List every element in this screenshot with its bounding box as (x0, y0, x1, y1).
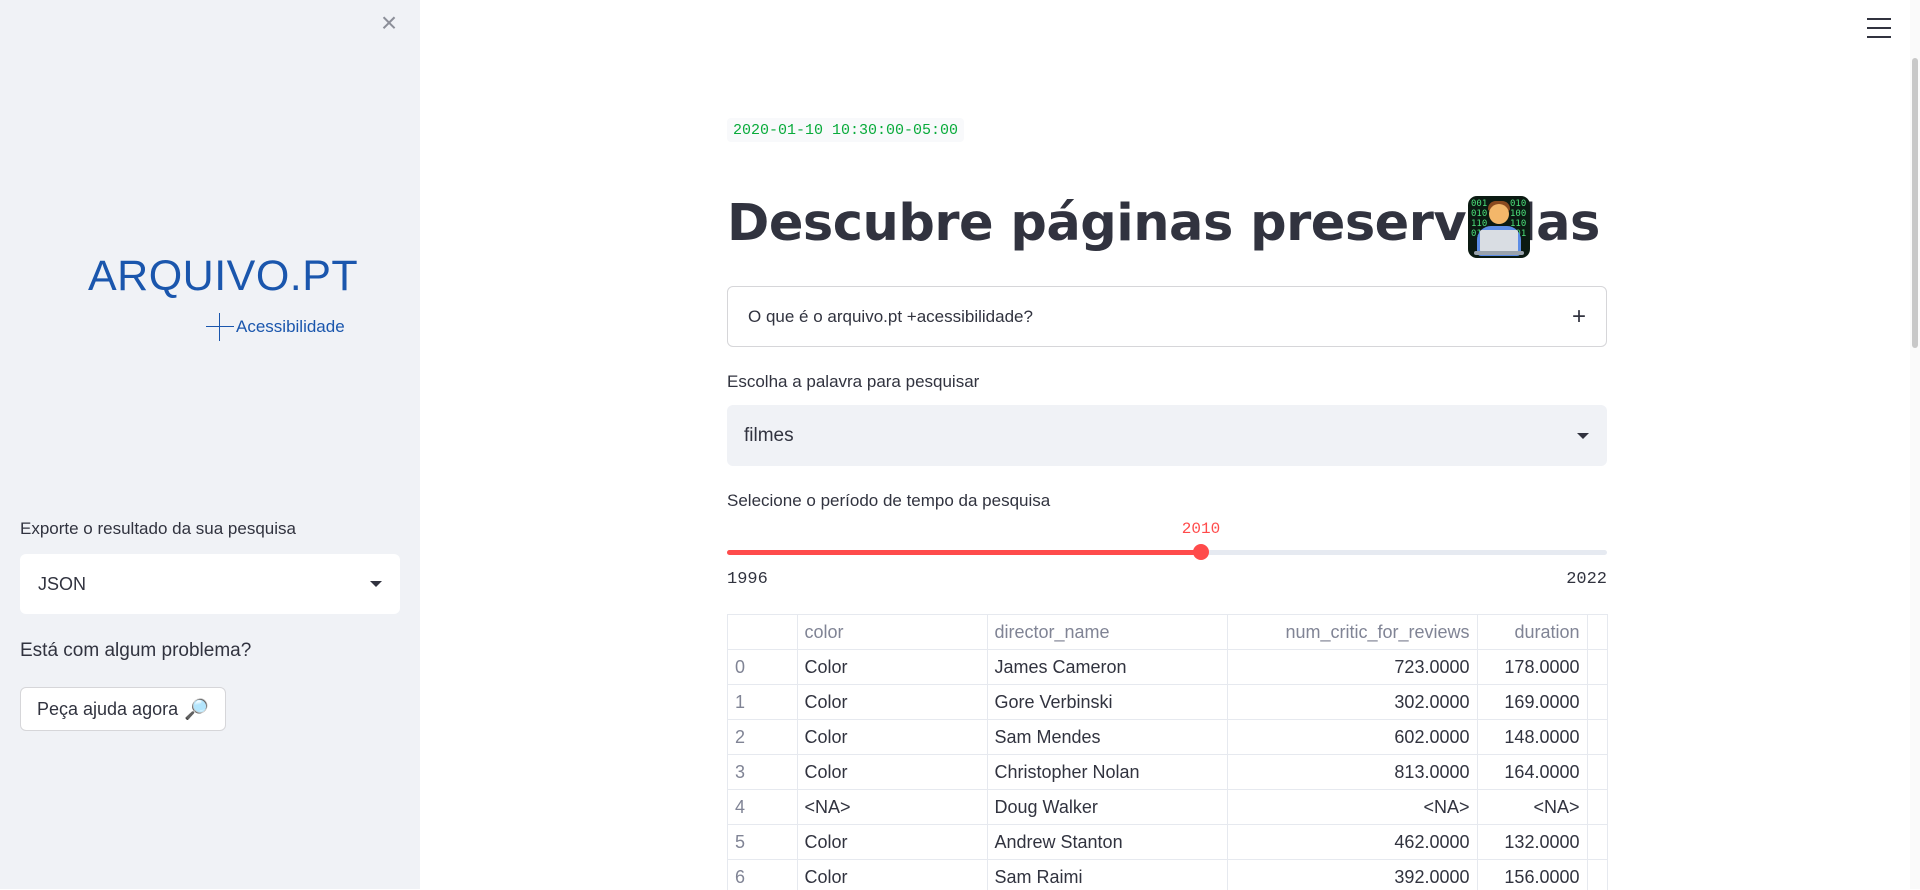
search-word-label: Escolha a palavra para pesquisar (727, 372, 979, 392)
plus-icon: + (1572, 303, 1586, 331)
crosshair-icon (206, 313, 234, 341)
cell-num-critic-for-reviews[interactable]: 462.0000 (1227, 825, 1477, 860)
chevron-down-icon (370, 581, 382, 587)
cell-director-name[interactable]: Gore Verbinski (987, 685, 1227, 720)
slider-fill (727, 550, 1201, 555)
cell-spacer (1587, 755, 1607, 790)
cell-color[interactable]: Color (797, 650, 987, 685)
expander-label: O que é o arquivo.pt +acessibilidade? (748, 307, 1033, 327)
cell-duration[interactable]: 169.0000 (1477, 685, 1587, 720)
cell-color[interactable]: Color (797, 825, 987, 860)
cell-duration[interactable]: <NA> (1477, 790, 1587, 825)
arquivo-logo[interactable]: ARQUIVO.PT (88, 252, 358, 301)
table-row[interactable]: 0 Color James Cameron 723.0000 178.0000 (728, 650, 1607, 685)
cell-director-name[interactable]: Sam Mendes (987, 720, 1227, 755)
cell-director-name[interactable]: Andrew Stanton (987, 825, 1227, 860)
cell-spacer (1587, 825, 1607, 860)
cell-director-name[interactable]: Christopher Nolan (987, 755, 1227, 790)
column-header-director-name[interactable]: director_name (987, 615, 1227, 650)
search-word-value: filmes (744, 425, 794, 447)
technologist-icon: 001010110011 010100110001 (1468, 196, 1530, 258)
table-row[interactable]: 2 Color Sam Mendes 602.0000 148.0000 (728, 720, 1607, 755)
search-word-select[interactable]: filmes (727, 405, 1607, 466)
cell-duration[interactable]: 132.0000 (1477, 825, 1587, 860)
row-index: 0 (728, 650, 797, 685)
about-expander[interactable]: O que é o arquivo.pt +acessibilidade? + (727, 286, 1607, 347)
slider-thumb[interactable] (1193, 544, 1209, 560)
cell-color[interactable]: Color (797, 720, 987, 755)
close-sidebar-icon[interactable]: × (376, 10, 402, 36)
results-table[interactable]: color director_name num_critic_for_revie… (727, 614, 1608, 890)
table-row[interactable]: 4 <NA> Doug Walker <NA> <NA> (728, 790, 1607, 825)
export-format-value: JSON (38, 574, 86, 595)
cell-num-critic-for-reviews[interactable]: 602.0000 (1227, 720, 1477, 755)
column-header-index[interactable] (728, 615, 797, 650)
cell-duration[interactable]: 148.0000 (1477, 720, 1587, 755)
help-button[interactable]: Peça ajuda agora 🔎 (20, 687, 226, 731)
row-index: 3 (728, 755, 797, 790)
hamburger-menu-icon[interactable] (1867, 18, 1891, 38)
chevron-down-icon (1577, 433, 1589, 439)
scrollbar-thumb[interactable] (1912, 58, 1918, 348)
cell-duration[interactable]: 164.0000 (1477, 755, 1587, 790)
cell-duration[interactable]: 156.0000 (1477, 860, 1587, 890)
slider-min-label: 1996 (727, 570, 768, 589)
row-index: 4 (728, 790, 797, 825)
table-row[interactable]: 5 Color Andrew Stanton 462.0000 132.0000 (728, 825, 1607, 860)
column-header-spacer (1587, 615, 1607, 650)
row-index: 2 (728, 720, 797, 755)
cell-spacer (1587, 650, 1607, 685)
cell-color[interactable]: <NA> (797, 790, 987, 825)
slider-max-label: 2022 (1566, 570, 1607, 589)
cell-num-critic-for-reviews[interactable]: 723.0000 (1227, 650, 1477, 685)
row-index: 6 (728, 860, 797, 890)
accessibility-label: Acessibilidade (236, 317, 345, 337)
cell-spacer (1587, 685, 1607, 720)
cell-color[interactable]: Color (797, 755, 987, 790)
column-header-duration[interactable]: duration (1477, 615, 1587, 650)
column-header-color[interactable]: color (797, 615, 987, 650)
cell-duration[interactable]: 178.0000 (1477, 650, 1587, 685)
cell-spacer (1587, 790, 1607, 825)
cell-num-critic-for-reviews[interactable]: 813.0000 (1227, 755, 1477, 790)
cell-director-name[interactable]: James Cameron (987, 650, 1227, 685)
problem-label: Está com algum problema? (20, 640, 251, 662)
magnifier-icon: 🔎 (184, 697, 209, 722)
cell-spacer (1587, 720, 1607, 755)
cell-spacer (1587, 860, 1607, 890)
cell-color[interactable]: Color (797, 860, 987, 890)
cell-director-name[interactable]: Sam Raimi (987, 860, 1227, 890)
cell-num-critic-for-reviews[interactable]: 302.0000 (1227, 685, 1477, 720)
table-header-row: color director_name num_critic_for_revie… (728, 615, 1607, 650)
slider-value: 2010 (1182, 520, 1220, 538)
cell-num-critic-for-reviews[interactable]: 392.0000 (1227, 860, 1477, 890)
export-format-select[interactable]: JSON (20, 554, 400, 614)
cell-num-critic-for-reviews[interactable]: <NA> (1227, 790, 1477, 825)
row-index: 1 (728, 685, 797, 720)
row-index: 5 (728, 825, 797, 860)
year-slider[interactable]: 2010 1996 2022 (727, 520, 1607, 580)
table-row[interactable]: 3 Color Christopher Nolan 813.0000 164.0… (728, 755, 1607, 790)
date-code: 2020-01-10 10:30:00-05:00 (727, 118, 964, 142)
export-label: Exporte o resultado da sua pesquisa (20, 519, 296, 539)
table-row[interactable]: 1 Color Gore Verbinski 302.0000 169.0000 (728, 685, 1607, 720)
cell-director-name[interactable]: Doug Walker (987, 790, 1227, 825)
column-header-num-critic-for-reviews[interactable]: num_critic_for_reviews (1227, 615, 1477, 650)
cell-color[interactable]: Color (797, 685, 987, 720)
period-label: Selecione o período de tempo da pesquisa (727, 491, 1050, 511)
accessibility-link[interactable]: Acessibilidade (206, 313, 345, 341)
help-button-label: Peça ajuda agora (37, 699, 178, 720)
sidebar: × ARQUIVO.PT Acessibilidade Exporte o re… (0, 0, 420, 889)
table-row[interactable]: 6 Color Sam Raimi 392.0000 156.0000 (728, 860, 1607, 890)
